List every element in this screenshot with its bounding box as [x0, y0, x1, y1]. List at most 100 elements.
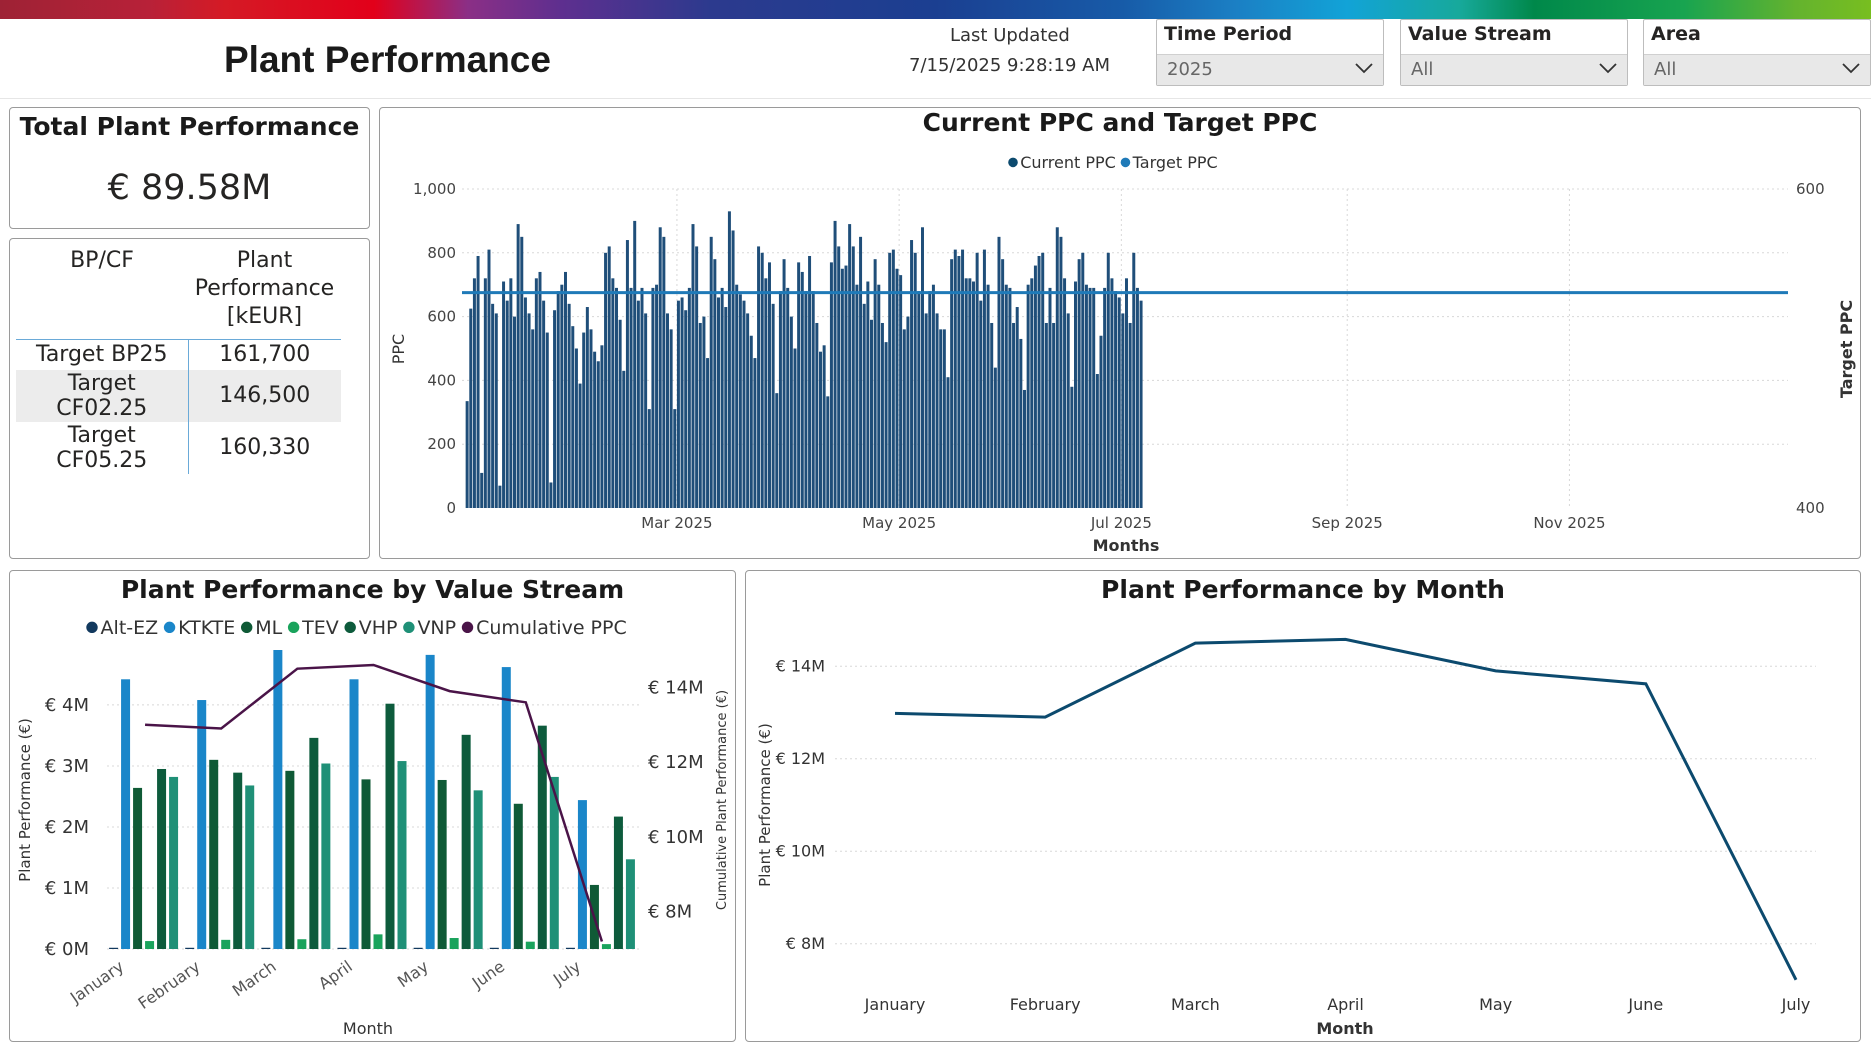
legend-marker	[1008, 157, 1018, 168]
ppc-bar	[502, 281, 506, 508]
value-stream-bar	[133, 787, 143, 949]
ppc-bar	[1088, 287, 1092, 508]
ppc-bar	[480, 472, 484, 508]
ppc-bar	[1059, 236, 1063, 508]
ppc-bar	[735, 284, 739, 508]
value-stream-bar	[361, 779, 371, 949]
ppc-bar	[676, 300, 680, 508]
x-axis-title: Months	[1093, 536, 1160, 555]
ppc-bar	[1048, 287, 1052, 508]
ppc-bar	[472, 278, 476, 508]
ppc-bar	[640, 287, 644, 508]
x-tick-label: June	[1627, 995, 1663, 1014]
x-tick-label: Jul 2025	[1090, 514, 1152, 532]
ppc-bar	[979, 300, 983, 508]
plant-performance-line	[894, 637, 1798, 981]
ppc-bar	[498, 485, 502, 508]
value-stream-bar	[625, 859, 635, 949]
ppc-bar	[1106, 252, 1110, 508]
value-stream-bar	[145, 941, 155, 949]
ppc-bar	[819, 351, 822, 508]
value-stream-bar	[297, 939, 307, 949]
ppc-bar	[829, 262, 833, 508]
ppc-bar	[917, 291, 921, 508]
value-stream-bar	[413, 947, 423, 949]
ppc-bar	[826, 396, 830, 508]
ppc-bar	[902, 329, 906, 508]
y-tick-label: € 2M	[45, 817, 89, 838]
y-axis-title: Plant Performance (€)	[756, 723, 774, 887]
ppc-bar	[833, 220, 837, 508]
y2-axis-title: Target PPC	[1837, 300, 1856, 398]
y-tick-label: 1,000	[413, 180, 456, 198]
value-stream-bar	[501, 667, 511, 949]
ppc-bar	[1030, 278, 1034, 508]
ppc-bar	[910, 240, 914, 509]
value-stream-bar	[157, 768, 167, 949]
legend-marker	[403, 621, 415, 634]
ppc-bar	[1019, 338, 1023, 508]
ppc-bar	[633, 220, 637, 508]
ppc-bar	[873, 259, 877, 508]
ppc-bar	[1012, 322, 1016, 508]
legend-label: Alt-EZ	[101, 617, 159, 639]
value-stream-bar	[373, 934, 383, 949]
ppc-bar	[884, 342, 888, 508]
ppc-bar	[534, 278, 538, 508]
value-stream-bar	[473, 790, 483, 949]
value-stream-bar	[425, 654, 435, 949]
ppc-bar	[651, 287, 655, 508]
value-stream-bar	[613, 816, 623, 949]
value-stream-bar	[525, 941, 535, 949]
value-stream-bar	[449, 938, 459, 949]
value-stream-bar	[489, 947, 499, 949]
ppc-bar	[571, 326, 575, 508]
legend-label: KTKTE	[178, 617, 235, 639]
ppc-bar	[724, 307, 728, 508]
legend-marker	[344, 621, 356, 634]
ppc-bar	[921, 227, 924, 508]
x-tick-label: Sep 2025	[1312, 514, 1383, 532]
ppc-bar	[946, 377, 950, 508]
ppc-bar	[494, 313, 498, 508]
ppc-bar	[1125, 278, 1128, 508]
ppc-bar	[1066, 313, 1070, 508]
ppc-bar	[545, 332, 549, 508]
ppc-bar	[687, 287, 691, 508]
ppc-bar	[1092, 287, 1096, 508]
ppc-bar	[713, 259, 717, 508]
ppc-bar	[953, 249, 957, 509]
ppc-bar	[913, 252, 917, 508]
value-stream-bar	[513, 803, 523, 949]
ppc-bar	[553, 310, 557, 508]
ppc-bar	[749, 335, 753, 508]
ppc-bar	[1044, 322, 1048, 508]
value-stream-bar	[601, 944, 611, 949]
x-tick-label: January	[864, 995, 926, 1014]
y-tick-label: € 8M	[786, 934, 825, 953]
value-stream-bar	[565, 947, 575, 949]
ppc-bar	[1077, 259, 1081, 508]
ppc-bar	[924, 313, 928, 508]
value-stream-bar	[437, 779, 447, 949]
ppc-bar	[582, 332, 586, 508]
ppc-bar	[666, 313, 669, 508]
ppc-bar	[469, 308, 473, 508]
ppc-bar	[1063, 278, 1067, 508]
ppc-bar	[1033, 265, 1037, 508]
ppc-bar	[1015, 307, 1019, 508]
ppc-bar	[1095, 374, 1099, 508]
value-stream-bar	[285, 770, 295, 949]
ppc-bar	[684, 310, 688, 508]
y2-tick-label: € 10M	[648, 827, 704, 848]
y-tick-label: 400	[427, 371, 456, 389]
ppc-bar	[709, 236, 713, 508]
ppc-bar	[990, 322, 994, 508]
ppc-bar	[797, 262, 801, 508]
y-tick-label: € 0M	[45, 939, 89, 960]
ppc-bar	[487, 249, 491, 509]
ppc-bar	[786, 287, 790, 508]
ppc-bar	[742, 300, 746, 508]
x-tick-label: May	[1479, 995, 1512, 1014]
ppc-bar	[866, 281, 870, 508]
